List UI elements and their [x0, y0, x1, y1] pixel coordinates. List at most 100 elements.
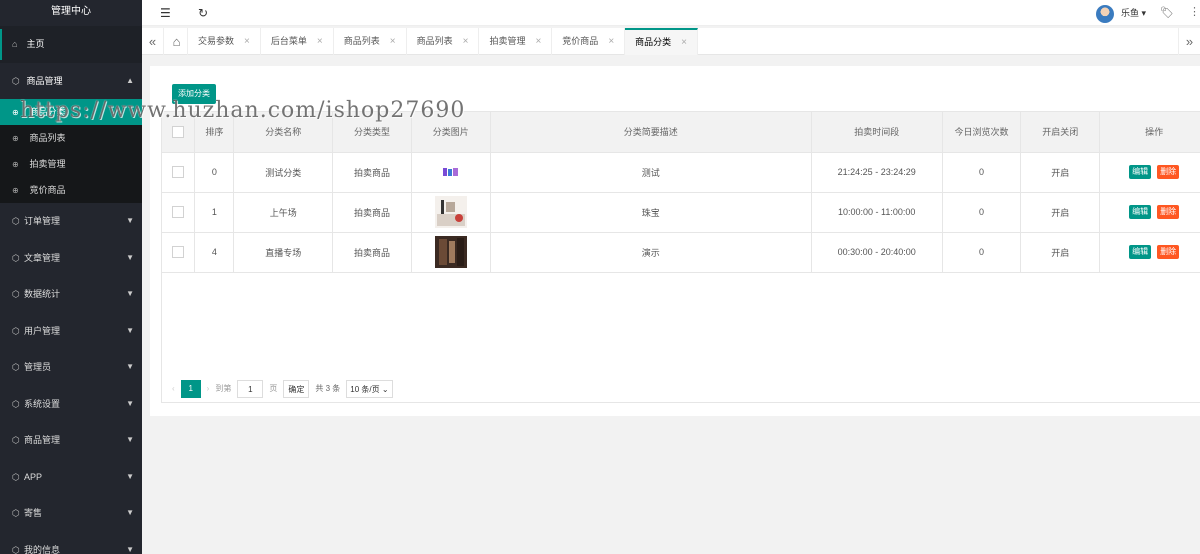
tabs-scroll-right-icon[interactable]: »	[1178, 28, 1200, 55]
pagination: ‹ 1 › 到第 1 页 确定 共 3 条 10 条/页 ⌄	[172, 380, 393, 398]
avatar	[1096, 4, 1115, 23]
plus-circle-icon: ⊕	[12, 160, 19, 169]
close-icon[interactable]: ×	[390, 36, 396, 47]
sidebar-item-orders[interactable]: ⬡ 订单管理 ▼	[0, 203, 142, 240]
menu-toggle-icon[interactable]: ☰	[160, 6, 171, 20]
delete-button[interactable]: 删除	[1157, 245, 1180, 259]
tab-bar: « ⌂ 交易参数 × 后台菜单 × 商品列表 × 商品列表 × 拍卖管理 × 竞价商品 × …	[142, 28, 1200, 55]
sidebar-item-goods-2[interactable]: ⬡ 商品管理 ▼	[0, 422, 142, 459]
edit-button[interactable]: 编辑	[1129, 245, 1152, 259]
select-all-checkbox[interactable]	[172, 125, 185, 138]
column-header[interactable]: 拍卖时间段	[811, 112, 943, 153]
sidebar-item-label: 寄售	[24, 508, 43, 518]
cell-views: 0	[942, 152, 1022, 193]
tab-label: 竞价商品	[562, 36, 599, 46]
tab-goods-list[interactable]: 商品列表 ×	[334, 28, 407, 55]
caret-down-icon: ▾	[1141, 8, 1146, 18]
tab-backend-menu[interactable]: 后台菜单 ×	[261, 28, 334, 55]
sidebar-subitem-goods-list[interactable]: ⊕ 商品列表	[0, 125, 142, 151]
tab-goods-list-2[interactable]: 商品列表 ×	[407, 28, 480, 55]
next-page-icon[interactable]: ›	[207, 380, 210, 398]
sidebar-item-label: 管理员	[24, 362, 52, 372]
edit-button[interactable]: 编辑	[1129, 205, 1152, 219]
page-number[interactable]: 1	[180, 380, 201, 398]
row-checkbox[interactable]	[172, 166, 185, 178]
refresh-icon[interactable]: ↻	[198, 6, 208, 20]
plus-circle-icon: ⊕	[12, 108, 19, 117]
content-card: 添加分类 排序 分类名称 分类类型 分类图片 分类简要描述 拍卖时间段 今日浏览…	[150, 66, 1200, 416]
more-icon[interactable]: ⋮	[1189, 5, 1200, 18]
sidebar-item-articles[interactable]: ⬡ 文章管理 ▼	[0, 240, 142, 277]
column-header[interactable]: 分类类型	[332, 112, 412, 153]
tab-label: 交易参数	[198, 36, 235, 46]
sidebar-item-consign[interactable]: ⬡ 寄售 ▼	[0, 495, 142, 532]
cell-sort: 0	[194, 152, 235, 193]
category-image[interactable]	[434, 196, 467, 228]
confirm-page-button[interactable]: 确定	[283, 380, 310, 398]
goto-label: 到第	[215, 384, 232, 393]
sidebar-item-goods[interactable]: ⬡ 商品管理 ▲	[0, 63, 142, 100]
tab-label: 商品列表	[343, 36, 380, 46]
column-header[interactable]: 分类简要描述	[490, 112, 812, 153]
sidebar-subitem-label: 商品分类	[29, 107, 66, 117]
chevron-down-icon: ▼	[126, 398, 134, 408]
close-icon[interactable]: ×	[681, 37, 687, 48]
cell-status: 开启	[1020, 232, 1101, 273]
sidebar-item-label: 文章管理	[24, 252, 61, 263]
close-icon[interactable]: ×	[244, 36, 250, 47]
page-size-select[interactable]: 10 条/页 ⌄	[346, 380, 393, 398]
box-icon: ⬡	[12, 544, 20, 554]
home-tab-icon[interactable]: ⌂	[166, 28, 188, 55]
add-category-button[interactable]: 添加分类	[172, 84, 216, 104]
tab-category[interactable]: 商品分类 ×	[625, 28, 699, 55]
delete-button[interactable]: 删除	[1157, 165, 1180, 179]
cell-status: 开启	[1020, 152, 1101, 193]
column-header[interactable]: 今日浏览次数	[942, 112, 1022, 153]
chevron-down-icon: ⌄	[381, 385, 389, 394]
sidebar-subitem-label: 商品列表	[29, 133, 66, 143]
close-icon[interactable]: ×	[463, 36, 469, 47]
home-icon: ⌂	[12, 39, 18, 49]
sidebar-item-my-info[interactable]: ⬡ 我的信息 ▼	[0, 532, 142, 554]
goto-page-input[interactable]: 1	[237, 380, 264, 398]
prev-page-icon[interactable]: ‹	[172, 380, 175, 398]
tag-icon[interactable]: 🏷	[1160, 6, 1174, 19]
tab-trade-params[interactable]: 交易参数 ×	[188, 28, 261, 55]
sidebar-item-users[interactable]: ⬡ 用户管理 ▼	[0, 313, 142, 350]
cell-type: 拍卖商品	[332, 152, 412, 193]
cell-status: 开启	[1020, 192, 1101, 233]
sidebar-item-stats[interactable]: ⬡ 数据统计 ▼	[0, 276, 142, 313]
close-icon[interactable]: ×	[535, 36, 541, 47]
delete-button[interactable]: 删除	[1157, 205, 1180, 219]
sidebar-subitem-bidding[interactable]: ⊕ 竞价商品	[0, 177, 142, 203]
user-menu[interactable]: 乐鱼 ▾	[1096, 4, 1146, 23]
close-icon[interactable]: ×	[608, 36, 614, 47]
tab-auction[interactable]: 拍卖管理 ×	[479, 28, 553, 55]
cell-desc: 测试	[490, 152, 812, 193]
tab-label: 商品分类	[635, 37, 672, 47]
sidebar-item-settings[interactable]: ⬡ 系统设置 ▼	[0, 386, 142, 423]
row-checkbox[interactable]	[172, 246, 185, 258]
category-image[interactable]	[434, 236, 467, 268]
column-header[interactable]: 分类名称	[233, 112, 334, 153]
sidebar-item-admins[interactable]: ⬡ 管理员 ▼	[0, 349, 142, 386]
sidebar-subitem-label: 拍卖管理	[29, 159, 66, 169]
tab-list: 交易参数 × 后台菜单 × 商品列表 × 商品列表 × 拍卖管理 × 竞价商品 × 商品分类…	[188, 28, 699, 55]
cell-time: 21:24:25 - 23:24:29	[811, 152, 943, 193]
sidebar-item-app[interactable]: ⬡ APP ▼	[0, 459, 142, 496]
column-header[interactable]: 开启关闭	[1020, 112, 1101, 153]
sidebar-item-label: 数据统计	[24, 289, 61, 299]
category-image[interactable]	[439, 164, 462, 180]
column-header[interactable]: 排序	[194, 112, 235, 153]
row-checkbox[interactable]	[172, 206, 185, 218]
tab-label: 商品列表	[416, 36, 453, 46]
sidebar-item-home[interactable]: ⌂ 主页	[0, 26, 142, 63]
column-header[interactable]: 分类图片	[411, 112, 491, 153]
edit-button[interactable]: 编辑	[1129, 165, 1152, 179]
close-icon[interactable]: ×	[317, 36, 323, 47]
tabs-scroll-left-icon[interactable]: «	[142, 28, 164, 55]
sidebar-subitem-auction[interactable]: ⊕ 拍卖管理	[0, 151, 142, 177]
sidebar-subitem-category[interactable]: ⊕ 商品分类	[0, 99, 142, 125]
tab-bidding[interactable]: 竞价商品 ×	[552, 28, 626, 55]
cell-desc: 演示	[490, 232, 812, 273]
